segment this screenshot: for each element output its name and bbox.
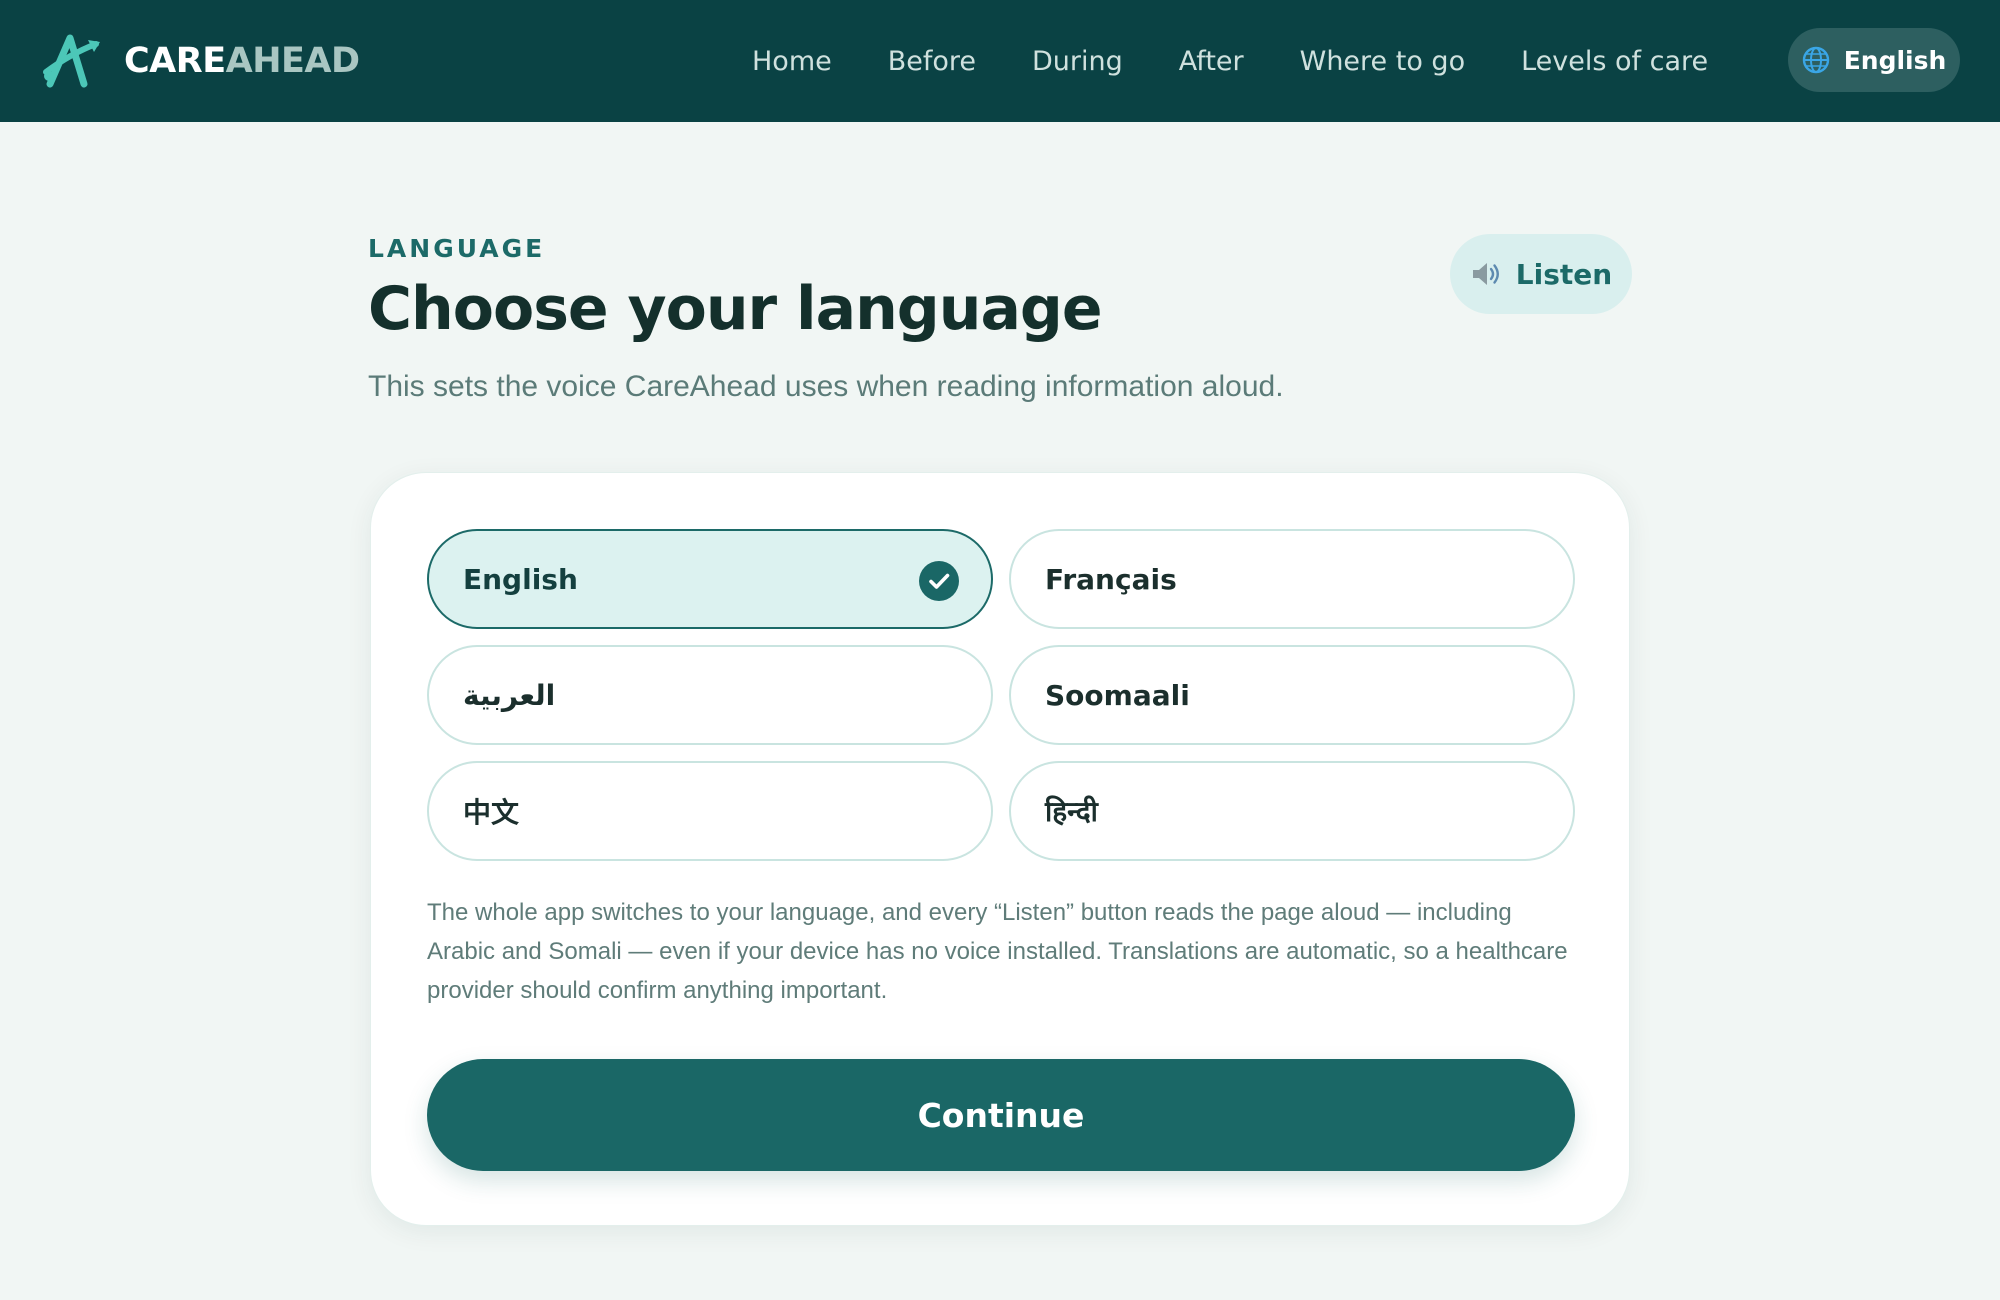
language-card: English Français العربية Soomaali 中文 हिन… — [370, 472, 1630, 1226]
nav-item-where-to-go[interactable]: Where to go — [1300, 46, 1465, 77]
language-option-label: العربية — [463, 678, 556, 712]
listen-button-label: Listen — [1515, 257, 1613, 291]
continue-button-label: Continue — [917, 1095, 1085, 1135]
section-eyebrow: LANGUAGE — [368, 234, 546, 263]
language-options-grid: English Français العربية Soomaali 中文 हिन… — [427, 529, 1575, 861]
language-option-label: 中文 — [463, 796, 520, 829]
top-nav-bar: CAREAHEAD Home Before During After Where… — [0, 0, 2000, 122]
language-option-chinese[interactable]: 中文 — [427, 761, 993, 861]
checkmark-icon — [919, 561, 959, 601]
language-switcher-button[interactable]: English — [1788, 28, 1960, 92]
language-option-somali[interactable]: Soomaali — [1009, 645, 1575, 745]
continue-button[interactable]: Continue — [427, 1059, 1575, 1171]
speaker-icon — [1472, 263, 1499, 285]
listen-button[interactable]: Listen — [1450, 234, 1632, 314]
nav-item-after[interactable]: After — [1179, 46, 1244, 77]
language-option-label: हिन्दी — [1045, 795, 1098, 828]
language-option-label: Soomaali — [1045, 678, 1190, 712]
language-option-english[interactable]: English — [427, 529, 993, 629]
globe-icon — [1802, 46, 1829, 74]
page-title: Choose your language — [368, 274, 1103, 344]
translation-note: The whole app switches to your language,… — [427, 899, 1568, 1004]
page-subtitle: This sets the voice CareAhead uses when … — [368, 370, 1284, 403]
language-switcher-label: English — [1843, 45, 1947, 75]
language-option-label: English — [463, 562, 578, 596]
language-option-label: Français — [1045, 562, 1177, 596]
language-option-french[interactable]: Français — [1009, 529, 1575, 629]
nav-item-during[interactable]: During — [1032, 46, 1123, 77]
brand-wordmark: CAREAHEAD — [124, 41, 360, 81]
brand[interactable]: CAREAHEAD — [40, 32, 360, 90]
language-option-arabic[interactable]: العربية — [427, 645, 993, 745]
language-option-hindi[interactable]: हिन्दी — [1009, 761, 1575, 861]
nav-item-levels-of-care[interactable]: Levels of care — [1521, 46, 1708, 77]
nav-item-before[interactable]: Before — [888, 46, 976, 77]
careahead-logo-icon — [43, 34, 100, 88]
nav-item-home[interactable]: Home — [752, 46, 832, 77]
main-nav: Home Before During After Where to go Lev… — [752, 0, 1764, 122]
